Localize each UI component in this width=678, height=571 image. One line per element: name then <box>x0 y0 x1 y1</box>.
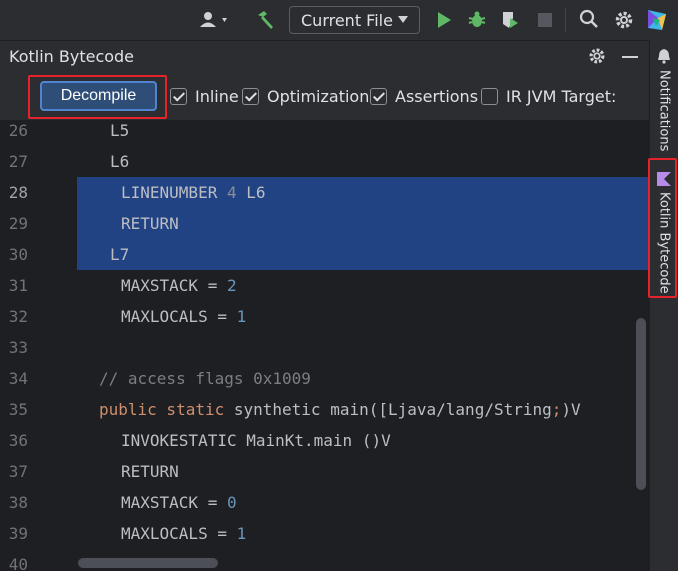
code-comment: // access flags 0x1009 <box>99 369 311 388</box>
intellij-logo-icon <box>648 10 666 30</box>
bytecode-editor[interactable]: 26 L5 27 L6 28 LINENUMBER 4 L6 29 RETURN… <box>0 120 649 571</box>
code-text: INVOKESTATIC MainKt.main ()V <box>121 431 391 450</box>
code-line: 37 RETURN <box>0 456 649 487</box>
code-line: 36 INVOKESTATIC MainKt.main ()V <box>0 425 649 456</box>
code-line: 33 <box>0 332 649 363</box>
assertions-label: Assertions <box>395 86 479 106</box>
decompile-highlight-frame <box>28 75 167 119</box>
ide-logo-button[interactable] <box>644 6 670 34</box>
line-number: 37 <box>8 462 28 481</box>
toolbar-separator <box>565 8 566 32</box>
checkbox-checked-icon[interactable] <box>242 87 259 105</box>
label-ref: L6 <box>236 183 266 202</box>
line-number: 40 <box>8 555 28 571</box>
line-number: 27 <box>8 152 28 171</box>
hammer-icon <box>258 11 273 29</box>
tool-window-title: Kotlin Bytecode <box>9 47 135 66</box>
line-number: 36 <box>8 431 28 450</box>
line-number: 28 <box>8 183 28 202</box>
line-number: 35 <box>8 400 28 419</box>
code-line: 26 L5 <box>0 120 649 146</box>
ir-jvm-target-label: IR JVM Target: <box>506 86 617 106</box>
horizontal-scrollbar[interactable] <box>78 558 218 568</box>
line-number: 31 <box>8 276 28 295</box>
optimization-checkbox[interactable]: Optimization <box>242 86 370 106</box>
build-button[interactable] <box>252 6 278 34</box>
gear-icon <box>615 11 633 29</box>
run-configuration-label: Current File <box>301 10 393 30</box>
code-text: RETURN <box>121 462 179 481</box>
line-number: 39 <box>8 524 28 543</box>
line-number: 32 <box>8 307 28 326</box>
line-arg: 4 <box>226 183 237 202</box>
run-configuration-selector[interactable]: Current File <box>289 6 420 34</box>
code-text: MAXLOCALS = 1 <box>121 524 247 543</box>
code-line: 28 LINENUMBER 4 L6 <box>0 177 649 208</box>
line-number: 30 <box>8 245 28 264</box>
right-tool-window-strip: Notifications Kotlin Bytecode <box>649 40 678 571</box>
coverage-icon <box>503 12 518 28</box>
line-number: 33 <box>8 338 28 357</box>
checkbox-checked-icon[interactable] <box>370 87 387 105</box>
play-icon <box>438 12 451 28</box>
stop-icon <box>538 13 552 27</box>
assertions-checkbox[interactable]: Assertions <box>370 86 479 106</box>
code-line: 27 L6 <box>0 146 649 177</box>
stop-button[interactable] <box>533 8 557 32</box>
code-line: 34 // access flags 0x1009 <box>0 363 649 394</box>
line-number: 26 <box>8 121 28 140</box>
chevron-down-icon <box>398 16 408 23</box>
code-text: L7 <box>110 245 130 264</box>
code-line: 30 L7 <box>0 239 649 270</box>
inline-checkbox[interactable]: Inline <box>170 86 239 106</box>
code-line: 35 public static synthetic main([Ljava/l… <box>0 394 649 425</box>
code-line: 31 MAXSTACK = 2 <box>0 270 649 301</box>
notifications-tab-label: Notifications <box>656 70 672 152</box>
checkbox-unchecked-icon[interactable] <box>481 87 498 105</box>
code-text: L6 <box>110 152 130 171</box>
search-everywhere-button[interactable] <box>577 7 601 31</box>
code-line: 32 MAXLOCALS = 1 <box>0 301 649 332</box>
bell-icon <box>658 49 670 64</box>
search-icon <box>579 9 598 28</box>
ir-jvm-target-checkbox[interactable]: IR JVM Target: <box>481 86 617 106</box>
notifications-tab[interactable]: Notifications <box>650 48 678 151</box>
ide-settings-button[interactable] <box>611 7 637 33</box>
code-text: RETURN <box>121 214 179 233</box>
optimization-label: Optimization <box>267 86 370 106</box>
minimize-icon[interactable] <box>622 56 638 58</box>
checkbox-checked-icon[interactable] <box>170 87 187 105</box>
debug-button[interactable] <box>465 8 489 32</box>
kotlin-bytecode-highlight-frame <box>648 158 677 298</box>
user-icon <box>200 12 227 27</box>
code-line: 29 RETURN <box>0 208 649 239</box>
code-text: public static synthetic main([Ljava/lang… <box>99 400 581 419</box>
code-text: MAXLOCALS = 1 <box>121 307 247 326</box>
code-text: MAXSTACK = 0 <box>121 493 237 512</box>
code-line: 39 MAXLOCALS = 1 <box>0 518 649 549</box>
tool-window-header: Kotlin Bytecode <box>0 40 649 72</box>
opcode: LINENUMBER <box>121 183 227 202</box>
line-number: 34 <box>8 369 28 388</box>
inline-label: Inline <box>195 86 239 106</box>
bug-icon <box>468 11 486 27</box>
main-toolbar: Current File <box>0 0 678 40</box>
run-button[interactable] <box>432 8 456 32</box>
tool-window-options-button[interactable] <box>587 46 609 68</box>
line-number: 29 <box>8 214 28 233</box>
line-number: 38 <box>8 493 28 512</box>
code-line: 38 MAXSTACK = 0 <box>0 487 649 518</box>
vcs-user-button[interactable] <box>196 8 234 32</box>
vertical-scrollbar[interactable] <box>636 318 646 490</box>
run-with-coverage-button[interactable] <box>498 8 522 32</box>
code-text: L5 <box>110 121 130 140</box>
gear-icon <box>589 48 605 64</box>
code-text: LINENUMBER 4 L6 <box>121 183 266 202</box>
code-text: MAXSTACK = 2 <box>121 276 237 295</box>
